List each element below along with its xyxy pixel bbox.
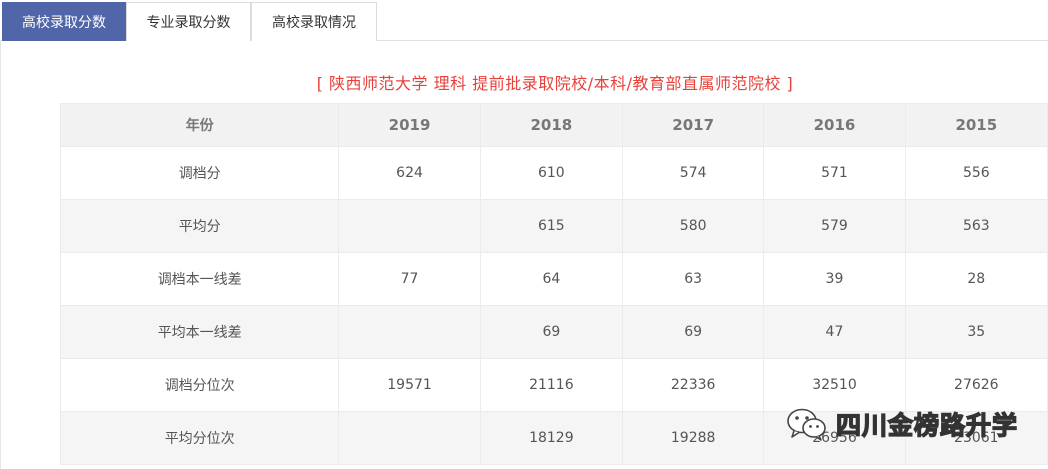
table-row: 平均分 615 580 579 563 [59,199,1048,253]
table-cell [338,411,481,465]
header-cell: 2015 [904,103,1048,147]
table-cell: 571 [763,146,906,200]
header-cell: 2016 [763,103,906,147]
panel-border [0,41,1,469]
table-row: 调档本一线差 77 64 63 39 28 [59,252,1048,306]
table-row: 平均本一线差 69 69 47 35 [59,305,1048,359]
tab-bar: 高校录取分数 专业录取分数 高校录取情况 [0,0,1048,41]
table-cell: 77 [338,252,481,306]
table-cell [338,305,481,359]
tab-admission-status[interactable]: 高校录取情况 [251,2,377,41]
table-caption: [ 陕西师范大学 理科 提前批录取院校/本科/教育部直属师范院校 ] [316,74,794,93]
row-label: 调档本一线差 [59,252,340,306]
table-cell: 35 [904,305,1048,359]
tab-major-scores[interactable]: 专业录取分数 [126,2,251,41]
table-cell: 624 [338,146,481,200]
table-cell: 28 [904,252,1048,306]
table-cell: 22336 [621,358,765,412]
row-label: 平均分位次 [59,411,340,465]
table-row: 调档分 624 610 574 571 556 [59,146,1048,200]
wechat-icon [787,408,826,441]
table-cell: 21116 [479,358,624,412]
header-cell-year: 年份 [59,103,340,147]
header-cell: 2017 [621,103,765,147]
table-cell: 47 [763,305,906,359]
table-cell: 563 [904,199,1048,253]
table-header-row: 年份 2019 2018 2017 2016 2015 [59,103,1048,147]
header-cell: 2018 [479,103,624,147]
table-cell: 19571 [338,358,481,412]
table-cell [338,199,481,253]
watermark-text: 四川金榜路升学 [835,410,1019,440]
tab-college-scores[interactable]: 高校录取分数 [2,2,126,41]
table-cell: 19288 [621,411,765,465]
table-cell: 556 [904,146,1048,200]
table-cell: 18129 [479,411,624,465]
table-cell: 69 [479,305,624,359]
row-label: 调档分 [59,146,340,200]
row-label: 调档分位次 [59,358,340,412]
table-cell: 64 [479,252,624,306]
table-cell: 69 [621,305,765,359]
row-label: 平均分 [59,199,340,253]
table-cell: 39 [763,252,906,306]
table-cell: 63 [621,252,765,306]
header-cell: 2019 [338,103,481,147]
table-cell: 580 [621,199,765,253]
table-cell: 615 [479,199,624,253]
watermark: 四川金榜路升学 [786,404,1018,444]
table-cell: 610 [479,146,624,200]
row-label: 平均本一线差 [59,305,340,359]
table-cell: 579 [763,199,906,253]
table-cell: 574 [621,146,765,200]
